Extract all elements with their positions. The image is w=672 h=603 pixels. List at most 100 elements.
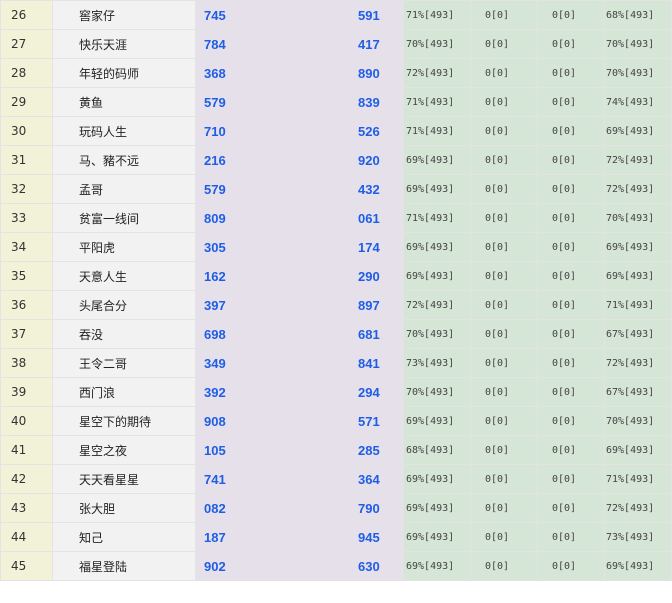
- stat-2-cell: 0[0]: [470, 232, 538, 262]
- stat-2-cell: 0[0]: [470, 116, 538, 146]
- stat-4-cell: 68%[493]: [604, 0, 672, 30]
- user-name-cell: 星空下的期待: [52, 406, 196, 436]
- number-a-cell: 216: [195, 145, 248, 175]
- stat-1-cell: 69%[493]: [403, 261, 471, 291]
- number-a-cell: 579: [195, 87, 248, 117]
- empty-cell: [247, 203, 300, 233]
- rank-cell: 37: [0, 319, 53, 349]
- user-name-cell: 星空之夜: [52, 435, 196, 465]
- stat-1-cell: 69%[493]: [403, 493, 471, 523]
- stat-1-cell: 71%[493]: [403, 87, 471, 117]
- stat-1-cell: 69%[493]: [403, 232, 471, 262]
- user-name-cell: 黄鱼: [52, 87, 196, 117]
- number-b-cell: 417: [351, 29, 404, 59]
- user-name-cell: 贫富一线间: [52, 203, 196, 233]
- table-row: 32 孟哥 579 432 69%[493] 0[0] 0[0] 72%[493]: [0, 174, 672, 204]
- stat-4-cell: 69%[493]: [604, 551, 672, 581]
- table-row: 37 吞没 698 681 70%[493] 0[0] 0[0] 67%[493]: [0, 319, 672, 349]
- stat-1-cell: 69%[493]: [403, 145, 471, 175]
- stat-3-cell: 0[0]: [537, 261, 605, 291]
- stat-2-cell: 0[0]: [470, 174, 538, 204]
- stat-1-cell: 72%[493]: [403, 58, 471, 88]
- stat-4-cell: 72%[493]: [604, 493, 672, 523]
- stat-3-cell: 0[0]: [537, 203, 605, 233]
- stat-4-cell: 69%[493]: [604, 261, 672, 291]
- user-name-cell: 孟哥: [52, 174, 196, 204]
- empty-cell: [299, 551, 352, 581]
- empty-cell: [299, 464, 352, 494]
- table-row: 40 星空下的期待 908 571 69%[493] 0[0] 0[0] 70%[493]: [0, 406, 672, 436]
- stat-1-cell: 69%[493]: [403, 406, 471, 436]
- stat-4-cell: 69%[493]: [604, 232, 672, 262]
- number-a-cell: 784: [195, 29, 248, 59]
- number-a-cell: 105: [195, 435, 248, 465]
- stat-3-cell: 0[0]: [537, 551, 605, 581]
- empty-cell: [247, 0, 300, 30]
- number-b-cell: 571: [351, 406, 404, 436]
- number-a-cell: 579: [195, 174, 248, 204]
- user-name-cell: 张大胆: [52, 493, 196, 523]
- user-name-cell: 西门浪: [52, 377, 196, 407]
- user-name-cell: 知己: [52, 522, 196, 552]
- empty-cell: [299, 58, 352, 88]
- stat-2-cell: 0[0]: [470, 406, 538, 436]
- empty-cell: [247, 58, 300, 88]
- number-a-cell: 349: [195, 348, 248, 378]
- table-row: 38 王令二哥 349 841 73%[493] 0[0] 0[0] 72%[493]: [0, 348, 672, 378]
- empty-cell: [299, 493, 352, 523]
- user-name-cell: 快乐天涯: [52, 29, 196, 59]
- stat-3-cell: 0[0]: [537, 174, 605, 204]
- empty-cell: [299, 319, 352, 349]
- user-name-cell: 王令二哥: [52, 348, 196, 378]
- number-b-cell: 061: [351, 203, 404, 233]
- stat-1-cell: 69%[493]: [403, 551, 471, 581]
- empty-cell: [247, 464, 300, 494]
- stat-2-cell: 0[0]: [470, 435, 538, 465]
- stat-3-cell: 0[0]: [537, 493, 605, 523]
- stat-2-cell: 0[0]: [470, 203, 538, 233]
- stat-2-cell: 0[0]: [470, 551, 538, 581]
- number-b-cell: 839: [351, 87, 404, 117]
- number-b-cell: 841: [351, 348, 404, 378]
- empty-cell: [299, 203, 352, 233]
- rank-cell: 41: [0, 435, 53, 465]
- empty-cell: [247, 116, 300, 146]
- rank-cell: 34: [0, 232, 53, 262]
- stat-2-cell: 0[0]: [470, 0, 538, 30]
- empty-cell: [299, 116, 352, 146]
- empty-cell: [247, 319, 300, 349]
- rank-cell: 30: [0, 116, 53, 146]
- number-b-cell: 890: [351, 58, 404, 88]
- stat-1-cell: 69%[493]: [403, 174, 471, 204]
- stat-3-cell: 0[0]: [537, 29, 605, 59]
- stat-2-cell: 0[0]: [470, 319, 538, 349]
- stat-3-cell: 0[0]: [537, 522, 605, 552]
- stat-4-cell: 70%[493]: [604, 29, 672, 59]
- empty-cell: [299, 377, 352, 407]
- empty-cell: [299, 0, 352, 30]
- rank-cell: 28: [0, 58, 53, 88]
- stat-2-cell: 0[0]: [470, 261, 538, 291]
- table-row: 36 头尾合分 397 897 72%[493] 0[0] 0[0] 71%[493]: [0, 290, 672, 320]
- stat-3-cell: 0[0]: [537, 406, 605, 436]
- table-row: 27 快乐天涯 784 417 70%[493] 0[0] 0[0] 70%[493]: [0, 29, 672, 59]
- stat-3-cell: 0[0]: [537, 319, 605, 349]
- stat-1-cell: 73%[493]: [403, 348, 471, 378]
- table-row: 39 西门浪 392 294 70%[493] 0[0] 0[0] 67%[493]: [0, 377, 672, 407]
- user-name-cell: 玩码人生: [52, 116, 196, 146]
- user-name-cell: 年轻的码师: [52, 58, 196, 88]
- table-row: 35 天意人生 162 290 69%[493] 0[0] 0[0] 69%[493]: [0, 261, 672, 291]
- stat-1-cell: 69%[493]: [403, 464, 471, 494]
- stat-1-cell: 70%[493]: [403, 29, 471, 59]
- table-row: 42 天天看星星 741 364 69%[493] 0[0] 0[0] 71%[493]: [0, 464, 672, 494]
- rank-cell: 35: [0, 261, 53, 291]
- stat-4-cell: 67%[493]: [604, 319, 672, 349]
- rank-cell: 45: [0, 551, 53, 581]
- number-b-cell: 920: [351, 145, 404, 175]
- stat-3-cell: 0[0]: [537, 290, 605, 320]
- empty-cell: [299, 261, 352, 291]
- empty-cell: [247, 406, 300, 436]
- number-a-cell: 397: [195, 290, 248, 320]
- empty-cell: [247, 87, 300, 117]
- stat-2-cell: 0[0]: [470, 377, 538, 407]
